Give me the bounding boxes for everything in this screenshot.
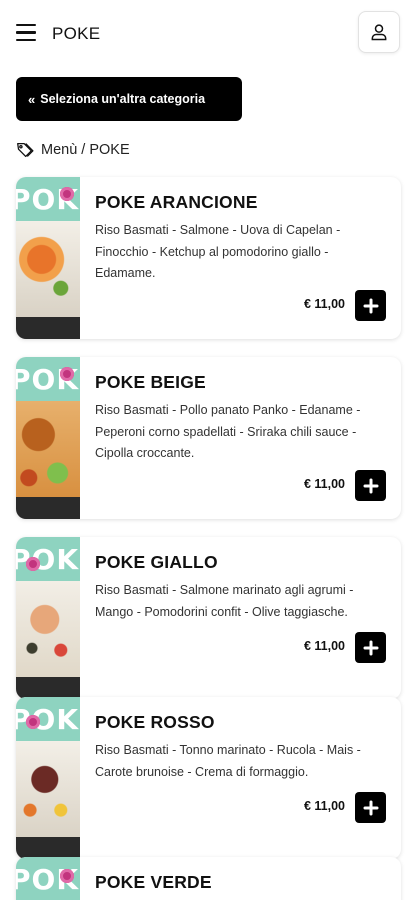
product-image: POKE <box>16 537 80 699</box>
product-name: POKE VERDE <box>95 872 212 892</box>
product-card[interactable]: POKE POKE GIALLO Riso Basmati - Salmone … <box>16 537 401 699</box>
double-chevron-left-icon: « <box>28 91 36 107</box>
product-card[interactable]: POKE POKE ROSSO Riso Basmati - Tonno mar… <box>16 697 401 859</box>
product-name: POKE GIALLO <box>95 552 218 572</box>
product-description: Riso Basmati - Salmone - Uova di Capelan… <box>95 223 341 280</box>
plus-icon <box>363 800 378 815</box>
product-image: POKE <box>16 357 80 519</box>
product-image: POKE <box>16 697 80 859</box>
plus-icon <box>363 298 378 313</box>
product-card[interactable]: POKE POKE ARANCIONE Riso Basmati - Salmo… <box>16 177 401 339</box>
plus-icon <box>363 640 378 655</box>
tag-icon <box>17 142 34 158</box>
add-to-cart-button[interactable] <box>355 470 386 501</box>
page-title: POKE <box>52 24 101 43</box>
product-image: POKE <box>16 177 80 339</box>
add-to-cart-button[interactable] <box>355 632 386 663</box>
product-description: Riso Basmati - Pollo panato Panko - Edan… <box>95 403 361 460</box>
user-account-button[interactable] <box>358 11 400 53</box>
product-name: POKE ROSSO <box>95 712 215 732</box>
product-description: Riso Basmati - Salmone marinato agli agr… <box>95 583 354 619</box>
product-name: POKE ARANCIONE <box>95 192 258 212</box>
add-to-cart-button[interactable] <box>355 792 386 823</box>
product-price: € 11,00 <box>303 639 345 653</box>
product-card[interactable]: POKE POKE VERDE <box>16 857 401 900</box>
product-card[interactable]: POKE POKE BEIGE Riso Basmati - Pollo pan… <box>16 357 401 519</box>
product-name: POKE BEIGE <box>95 372 206 392</box>
breadcrumb-text: Menù / POKE <box>41 142 130 158</box>
product-image: POKE <box>16 857 80 900</box>
user-icon <box>371 24 387 41</box>
select-another-category-button[interactable]: « Seleziona un'altra categoria <box>16 77 242 121</box>
top-bar: POKE <box>0 0 415 66</box>
hamburger-menu-icon[interactable] <box>16 24 36 42</box>
product-price: € 11,00 <box>303 799 345 813</box>
product-description: Riso Basmati - Tonno marinato - Rucola -… <box>95 743 361 779</box>
add-to-cart-button[interactable] <box>355 290 386 321</box>
product-price: € 11,00 <box>303 477 345 491</box>
breadcrumb: Menù / POKE <box>16 140 130 160</box>
select-another-category-label: Seleziona un'altra categoria <box>40 92 206 106</box>
plus-icon <box>363 478 378 493</box>
product-price: € 11,00 <box>303 297 345 311</box>
